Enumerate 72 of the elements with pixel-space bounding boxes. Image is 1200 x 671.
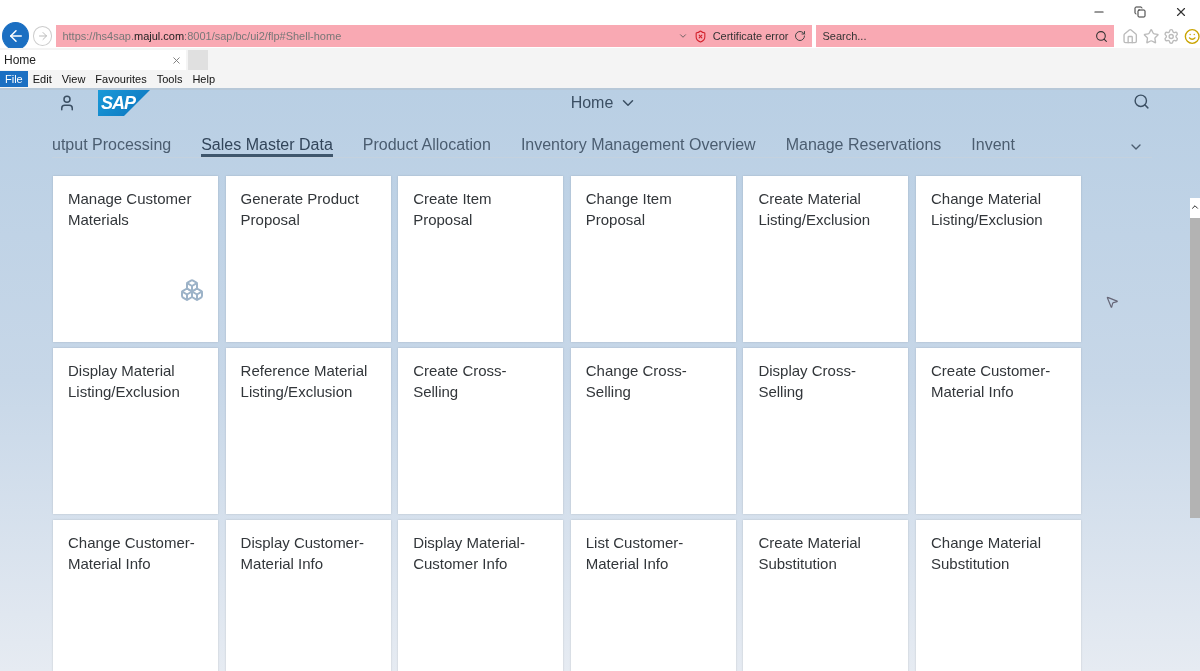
- app-tile[interactable]: Create Material Substitution: [743, 520, 909, 671]
- tile-title: Reference Material Listing/Exclusion: [240, 361, 369, 402]
- tile-title: Generate Product Proposal: [240, 189, 360, 230]
- menu-item[interactable]: Favourites: [90, 71, 152, 87]
- scrollbar[interactable]: [1190, 198, 1200, 518]
- app-tile[interactable]: Change Material Listing/Exclusion: [915, 176, 1081, 342]
- tile-title: Manage Customer Materials: [68, 189, 193, 230]
- mouse-cursor-icon: [1105, 295, 1119, 309]
- app-tile[interactable]: Change Material Substitution: [915, 520, 1081, 671]
- user-icon[interactable]: [58, 94, 76, 112]
- tab[interactable]: Inventory Management Overview: [520, 136, 756, 157]
- search-icon[interactable]: [1095, 29, 1109, 43]
- tile-title: Display Cross-Selling: [758, 361, 857, 402]
- tab[interactable]: Product Allocation: [362, 136, 491, 157]
- app-tile[interactable]: Display Customer-Material Info: [225, 520, 391, 671]
- tile-title: Create Customer-Material Info: [930, 361, 1052, 402]
- tile-title: List Customer-Material Info: [585, 533, 685, 574]
- chevron-up-icon[interactable]: [1190, 202, 1200, 212]
- menu-item[interactable]: Tools: [151, 71, 188, 87]
- arrow-right-icon: [36, 30, 49, 42]
- menu-item[interactable]: Help: [187, 71, 221, 87]
- app-tile[interactable]: Display Cross-Selling: [743, 348, 909, 514]
- tile-title: Change Item Proposal: [585, 189, 673, 230]
- tile-title: Create Item Proposal: [413, 189, 493, 230]
- address-bar[interactable]: https://hs4sap.majul.com:8001/sap/bc/ui2/flp#Shell-home Certificate error: [56, 25, 813, 47]
- certificate-error[interactable]: Certificate error: [712, 30, 789, 42]
- tile-title: Change Material Listing/Exclusion: [930, 189, 1044, 230]
- app-tile[interactable]: Display Material-Customer Info: [398, 520, 564, 671]
- dropdown-icon[interactable]: [677, 31, 688, 41]
- app-tile[interactable]: Display Material Listing/Exclusion: [53, 348, 218, 514]
- shield-error-icon: [693, 29, 707, 43]
- back-button[interactable]: [2, 22, 30, 50]
- menu-item[interactable]: Edit: [27, 71, 57, 87]
- tab[interactable]: Sales Master Data: [201, 136, 333, 157]
- app-tile[interactable]: Change Cross-Selling: [570, 348, 736, 514]
- tile-title: Display Customer-Material Info: [240, 533, 365, 574]
- app-tile[interactable]: List Customer-Material Info: [570, 520, 736, 671]
- tab[interactable]: Manage Reservations: [785, 136, 942, 157]
- app-tile[interactable]: Manage Customer Materials: [53, 176, 218, 342]
- app-tile[interactable]: Create Material Listing/Exclusion: [743, 176, 909, 342]
- home-icon[interactable]: [1122, 27, 1139, 45]
- tile-title: Change Cross-Selling: [585, 361, 688, 402]
- tile-title: Create Material Listing/Exclusion: [758, 189, 872, 230]
- browser-tab[interactable]: Home: [0, 50, 186, 70]
- restore-icon[interactable]: [1134, 6, 1146, 18]
- tab[interactable]: utput Processing: [52, 136, 172, 157]
- tile-title: Create Cross-Selling: [413, 361, 508, 402]
- tile-title: Change Customer-Material Info: [68, 533, 196, 574]
- app-tile[interactable]: Create Customer-Material Info: [915, 348, 1081, 514]
- tile-title: Display Material Listing/Exclusion: [68, 361, 181, 402]
- settings-icon[interactable]: [1163, 27, 1180, 45]
- cubes-icon: [180, 278, 204, 302]
- close-icon[interactable]: [1174, 5, 1188, 19]
- search-icon[interactable]: [1133, 92, 1150, 110]
- star-icon[interactable]: [1142, 27, 1160, 45]
- tab[interactable]: Invent: [971, 136, 1015, 157]
- app-tile[interactable]: Create Cross-Selling: [398, 348, 564, 514]
- tile-title: Display Material-Customer Info: [413, 533, 526, 574]
- tile-title: Create Material Substitution: [758, 533, 862, 574]
- shell-title[interactable]: Home: [570, 94, 638, 112]
- refresh-icon[interactable]: [794, 30, 807, 42]
- menu-item[interactable]: File: [0, 71, 28, 87]
- app-tile[interactable]: Create Item Proposal: [398, 176, 564, 342]
- app-tile[interactable]: Generate Product Proposal: [225, 176, 391, 342]
- logo: SAP: [98, 90, 150, 116]
- smiley-icon[interactable]: [1183, 27, 1200, 45]
- menu-item[interactable]: View: [56, 71, 91, 87]
- tile-title: Change Material Substitution: [930, 533, 1043, 574]
- app-tile[interactable]: Change Item Proposal: [570, 176, 736, 342]
- search-field[interactable]: Search...: [816, 25, 1115, 47]
- app-tile[interactable]: Reference Material Listing/Exclusion: [225, 348, 391, 514]
- app-tile[interactable]: Change Customer-Material Info: [53, 520, 218, 671]
